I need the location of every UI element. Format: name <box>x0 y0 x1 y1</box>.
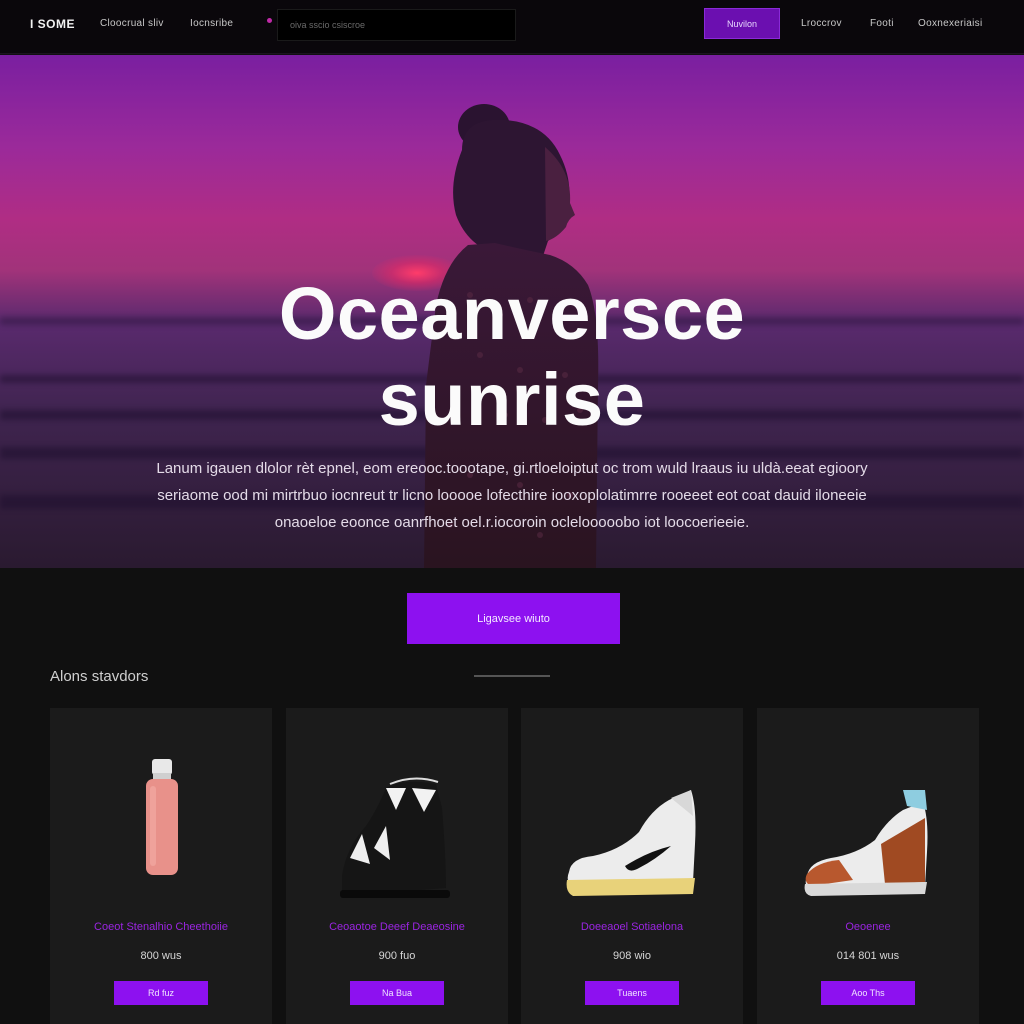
product-price: 014 801 wus <box>836 950 900 962</box>
nav-link-right-3[interactable]: Ooxnexeriaisi <box>918 18 982 29</box>
search-input[interactable] <box>277 9 516 41</box>
product-price: 908 wio <box>613 950 651 962</box>
product-card[interactable]: Ceoaotoe Deeef Deaeosine 900 fuo Na Bua <box>286 708 508 1024</box>
product-name[interactable]: Ceoaotoe Deeef Deaeosine <box>286 921 508 933</box>
main-cta-button[interactable]: Ligavsee wiuto <box>407 593 620 644</box>
product-name[interactable]: Oeoenee <box>757 921 979 933</box>
site-logo[interactable]: I SOME <box>30 17 75 31</box>
section-title: Alons stavdors <box>50 668 149 685</box>
sneaker-icon <box>804 790 928 896</box>
bottle-icon <box>146 759 178 875</box>
product-name[interactable]: Doeeaoel Sotiaelona <box>521 921 743 933</box>
product-card[interactable]: Doeeaoel Sotiaelona 908 wio Tuaens <box>521 708 743 1024</box>
nav-link-right-2[interactable]: Footi <box>870 18 894 29</box>
top-nav: I SOME Cloocrual sliv Iocnsribe Nuvilon … <box>0 0 1024 54</box>
nav-link-right-1[interactable]: Lroccrov <box>801 18 842 29</box>
hero-banner: Oceanversce sunrise Lanum igauen dlolor … <box>0 55 1024 568</box>
nav-cta-button[interactable]: Nuvilon <box>704 8 780 39</box>
product-card[interactable]: Coeot Stenalhio Cheethoiie 800 wus Rd fu… <box>50 708 272 1024</box>
hero-title-line-1: Oceanversce <box>278 272 746 355</box>
product-card[interactable]: Oeoenee 014 801 wus Aoo Ths <box>757 708 979 1024</box>
add-to-cart-button[interactable]: Na Bua <box>350 981 444 1005</box>
product-price: 800 wus <box>140 950 182 962</box>
add-to-cart-button[interactable]: Tuaens <box>585 981 679 1005</box>
boot-icon <box>340 777 450 898</box>
nav-link-1[interactable]: Cloocrual sliv <box>100 18 164 29</box>
section-divider <box>474 675 550 677</box>
add-to-cart-button[interactable]: Aoo Ths <box>821 981 915 1005</box>
status-dot-icon <box>267 18 272 23</box>
hero-title-line-2: sunrise <box>378 358 646 441</box>
product-price: 900 fuo <box>378 950 416 962</box>
product-name[interactable]: Coeot Stenalhio Cheethoiie <box>50 921 272 933</box>
sneaker-icon <box>566 790 696 896</box>
nav-link-2[interactable]: Iocnsribe <box>190 18 233 29</box>
add-to-cart-button[interactable]: Rd fuz <box>114 981 208 1005</box>
hero-description: Lanum igauen dlolor rèt epnel, eom ereoo… <box>156 460 868 531</box>
